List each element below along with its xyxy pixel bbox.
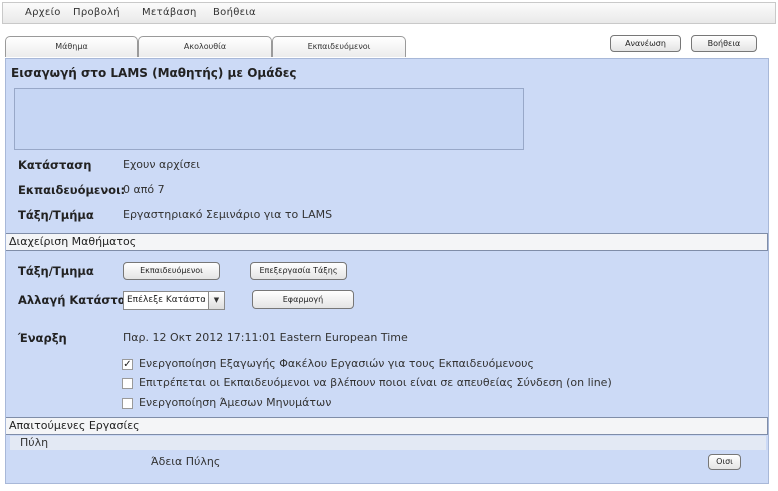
- export-portfolio-checkbox[interactable]: ✓: [122, 359, 133, 370]
- apply-button[interactable]: Εφαρμογή: [252, 290, 354, 309]
- change-status-label: Αλλαγή Κατάστασης: [18, 293, 124, 307]
- lesson-panel: Εισαγωγή στο LAMS (Μαθητής) με Ομάδες Κα…: [5, 58, 769, 484]
- status-select-value: Επέλεξε Κατάσταση: [127, 295, 205, 305]
- menu-file[interactable]: Αρχείο: [25, 7, 61, 18]
- class-value: Εργαστηριακό Σεμινάριο για το LAMS: [123, 208, 333, 221]
- gate-column-header: Πύλη: [10, 436, 766, 450]
- status-value: Εχουν αρχίσει: [123, 158, 200, 171]
- status-label: Κατάσταση: [18, 158, 92, 172]
- learners-value: 0 από 7: [123, 183, 165, 196]
- class-label: Τάξη/Τμήμα: [18, 208, 94, 222]
- chevron-down-icon[interactable]: ▼: [208, 292, 224, 309]
- view-gate-button[interactable]: Οισι: [708, 454, 741, 470]
- tab-bar: Μάθημα Ακολουθία Εκπαιδευόμενοι Ανανέωση…: [2, 32, 772, 58]
- required-tasks-section-header: Απαιτούμενες Εργασίες: [6, 417, 768, 435]
- status-select[interactable]: Επέλεξε Κατάσταση ▼: [123, 291, 225, 310]
- help-button[interactable]: Βοήθεια: [691, 35, 757, 52]
- learners-label: Εκπαιδευόμενοι:: [18, 183, 126, 197]
- tab-lesson[interactable]: Μάθημα: [5, 36, 138, 57]
- lesson-title: Εισαγωγή στο LAMS (Μαθητής) με Ομάδες: [11, 66, 297, 80]
- menu-view[interactable]: Προβολή: [73, 7, 120, 18]
- menu-help[interactable]: Βοήθεια: [213, 7, 256, 18]
- tab-learners[interactable]: Εκπαιδευόμενοι: [272, 36, 406, 57]
- start-label: Έναρξη: [18, 331, 67, 345]
- export-portfolio-label: Ενεργοποίηση Εξαγωγής Φακέλου Εργασιών γ…: [139, 357, 535, 370]
- menu-go[interactable]: Μετάβαση: [142, 7, 197, 18]
- show-online-checkbox[interactable]: [122, 378, 133, 389]
- edit-class-button[interactable]: Επεξεργασία Τάξης: [250, 262, 347, 280]
- lesson-management-section-header: Διαχείριση Μαθήματος: [6, 233, 768, 251]
- learners-button[interactable]: Εκπαιδευόμενοι: [123, 262, 220, 280]
- show-online-label: Επιτρέπεται οι Εκπαιδευόμενοι να βλέπουν…: [139, 376, 612, 389]
- tab-sequence[interactable]: Ακολουθία: [138, 36, 272, 57]
- menu-bar: Αρχείο Προβολή Μετάβαση Βοήθεια: [2, 2, 776, 24]
- instant-messaging-label: Ενεργοποίηση Άμεσων Μηνυμάτων: [139, 396, 332, 409]
- lesson-description-box: [14, 88, 524, 150]
- class-group-label: Τάξη/Τμημα: [18, 264, 94, 278]
- refresh-button[interactable]: Ανανέωση: [610, 35, 681, 52]
- start-value: Παρ. 12 Οκτ 2012 17:11:01 Eastern Europe…: [123, 331, 408, 344]
- instant-messaging-checkbox[interactable]: [122, 398, 133, 409]
- gate-name: Άδεια Πύλης: [151, 455, 221, 468]
